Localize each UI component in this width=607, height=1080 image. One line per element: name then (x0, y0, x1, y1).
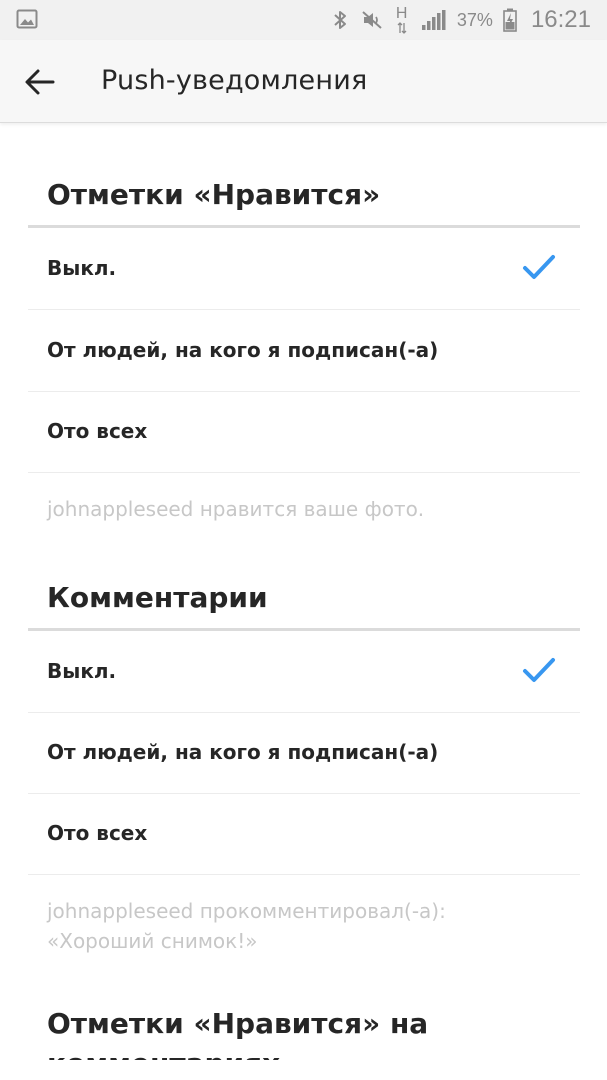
page-title: Push-уведомления (101, 65, 368, 96)
mute-icon (362, 11, 382, 29)
app-toolbar: Push-уведомления (0, 40, 607, 123)
comments-option-following[interactable]: От людей, на кого я подписан(-а) (28, 712, 580, 794)
option-label: Выкл. (47, 659, 117, 683)
signal-icon (421, 10, 446, 30)
section-comments-title: Комментарии (47, 581, 268, 614)
comments-option-everyone[interactable]: Ото всех (28, 793, 580, 875)
comments-option-off[interactable]: Выкл. (28, 631, 580, 713)
section-comment-likes-title: Отметки «Нравится» на (47, 1007, 429, 1040)
data-arrows-icon (397, 22, 407, 34)
bluetooth-icon (334, 11, 346, 29)
clock: 16:21 (530, 6, 591, 33)
example-line: johnappleseed нравится ваше фото. (47, 497, 425, 521)
checkmark-icon (523, 255, 555, 279)
option-label: Ото всех (47, 419, 148, 443)
option-label: Выкл. (47, 256, 117, 280)
section-comment-likes-header: Отметки «Нравится» на комментариях (47, 1004, 587, 1060)
comments-example-text: johnappleseed прокомментировал(-а): «Хор… (47, 896, 567, 956)
option-label: Ото всех (47, 821, 148, 845)
likes-option-everyone[interactable]: Ото всех (28, 391, 580, 473)
section-likes-title: Отметки «Нравится» (47, 178, 381, 211)
example-line: «Хороший снимок!» (47, 929, 258, 953)
likes-example-text: johnappleseed нравится ваше фото. (47, 494, 567, 524)
back-arrow-icon (25, 69, 55, 95)
status-icons: H 37% 16:21 (329, 0, 591, 40)
section-comments-header: Комментарии (28, 568, 580, 631)
option-label: От людей, на кого я подписан(-а) (47, 740, 439, 764)
section-likes-header: Отметки «Нравится» (28, 165, 580, 228)
example-line: johnappleseed прокомментировал(-а): (47, 899, 446, 923)
option-label: От людей, на кого я подписан(-а) (47, 338, 439, 362)
back-button[interactable] (18, 60, 62, 104)
likes-option-following[interactable]: От людей, на кого я подписан(-а) (28, 310, 580, 392)
battery-percent: 37% (456, 10, 493, 30)
gallery-notification-icon (16, 9, 38, 29)
likes-option-off[interactable]: Выкл. (28, 228, 580, 310)
checkmark-icon (523, 658, 555, 682)
network-type-icon: H (393, 5, 411, 35)
battery-charging-icon (503, 8, 517, 32)
status-bar: H 37% 16:21 (0, 0, 607, 40)
section-comment-likes-title-cont: комментариях (47, 1044, 587, 1060)
